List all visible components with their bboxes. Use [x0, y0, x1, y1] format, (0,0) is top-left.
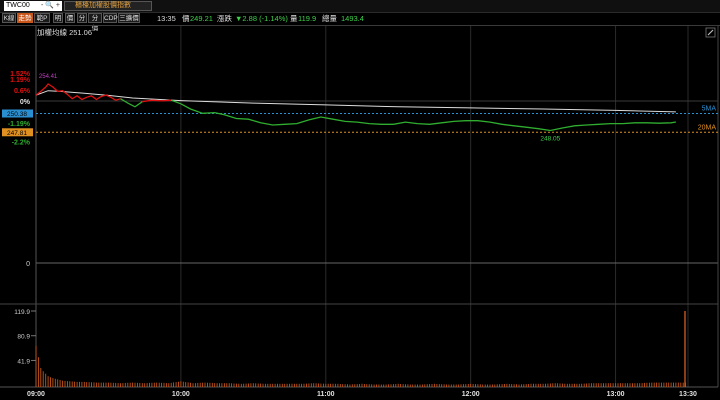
ma-name-label: 5MA: [702, 105, 717, 112]
x-tick-label: 09:00: [27, 391, 45, 398]
volume-tick-label: 80.9: [17, 334, 30, 341]
x-tick-label: 13:30: [679, 391, 697, 398]
chart-grid: [36, 26, 718, 387]
ma-name-label: 20MA: [698, 124, 717, 131]
y-tick-label: 0: [26, 261, 30, 268]
symbol-input[interactable]: TWC00 - 🔍 +: [4, 1, 62, 11]
low-annotation: 248.05: [540, 136, 560, 143]
chart-labels: 1.52%1.19%0.6%0%-0.6%-1.19%-2.2%0加權均線 25…: [2, 27, 716, 398]
quote-time: 13:35: [157, 14, 176, 23]
price-volume-button[interactable]: 分價: [88, 13, 102, 32]
ma-value-text: 250.38: [7, 111, 27, 118]
volume-tick-label: 119.9: [14, 309, 30, 316]
tick-button[interactable]: 範P: [34, 13, 50, 23]
chart-axes: [0, 26, 719, 388]
minute-button[interactable]: 分: [77, 13, 87, 23]
y-tick-label: 0.6%: [14, 88, 31, 95]
price-value: 249.21: [190, 14, 213, 23]
price-button[interactable]: 價: [65, 13, 75, 23]
symbol-search-controls[interactable]: - 🔍 +: [41, 1, 60, 11]
y-tick-label: 0%: [20, 99, 31, 106]
price-line-segment: [170, 99, 677, 132]
total-volume-label: 總量: [322, 14, 337, 23]
chart-toolbar: K線 走勢 範P 明 價 分 分價 CDP 三擴價: [0, 13, 150, 32]
top-bar: TWC00 - 🔍 + 櫃檯加權股價指數: [0, 0, 720, 13]
y-tick-label: -1.19%: [8, 121, 31, 128]
volume-value: 119.9: [298, 14, 317, 23]
y-tick-label: -2.2%: [12, 140, 31, 147]
triple-price-button[interactable]: 三擴價: [118, 13, 140, 23]
high-annotation: 254.41: [39, 74, 58, 80]
cdp-button[interactable]: CDP: [103, 13, 118, 23]
trend-button[interactable]: 走勢: [17, 13, 33, 23]
price-label: 價: [182, 14, 190, 23]
x-tick-label: 10:00: [172, 391, 190, 398]
volume-tick-label: 41.9: [17, 358, 30, 365]
intraday-chart: 1.52%1.19%0.6%0%-0.6%-1.19%-2.2%0加權均線 25…: [0, 26, 719, 398]
volume-bars: [35, 311, 687, 387]
ma-value-text: 247.81: [7, 130, 27, 137]
y-tick-label: 1.19%: [10, 77, 31, 84]
change-value: ▼2.88 (-1.14%): [235, 14, 288, 23]
kline-button[interactable]: K線: [2, 13, 16, 23]
symbol-text: TWC00: [6, 2, 30, 9]
price-line-segment: [35, 83, 121, 101]
price-line-segment: [120, 98, 143, 108]
total-volume-value: 1493.4: [341, 14, 364, 23]
index-name-label: 櫃檯加權股價指數: [64, 1, 152, 11]
settings-icon-stroke: [707, 29, 714, 36]
change-label: 漲跌: [217, 14, 232, 23]
x-tick-label: 11:00: [317, 391, 335, 398]
detail-button[interactable]: 明: [53, 13, 63, 23]
volume-label: 量: [290, 14, 298, 23]
x-tick-label: 13:00: [607, 391, 625, 398]
chart-title: 加權均線 251.06: [37, 27, 92, 37]
x-tick-label: 12:00: [462, 391, 480, 398]
settings-icon[interactable]: [705, 27, 716, 38]
